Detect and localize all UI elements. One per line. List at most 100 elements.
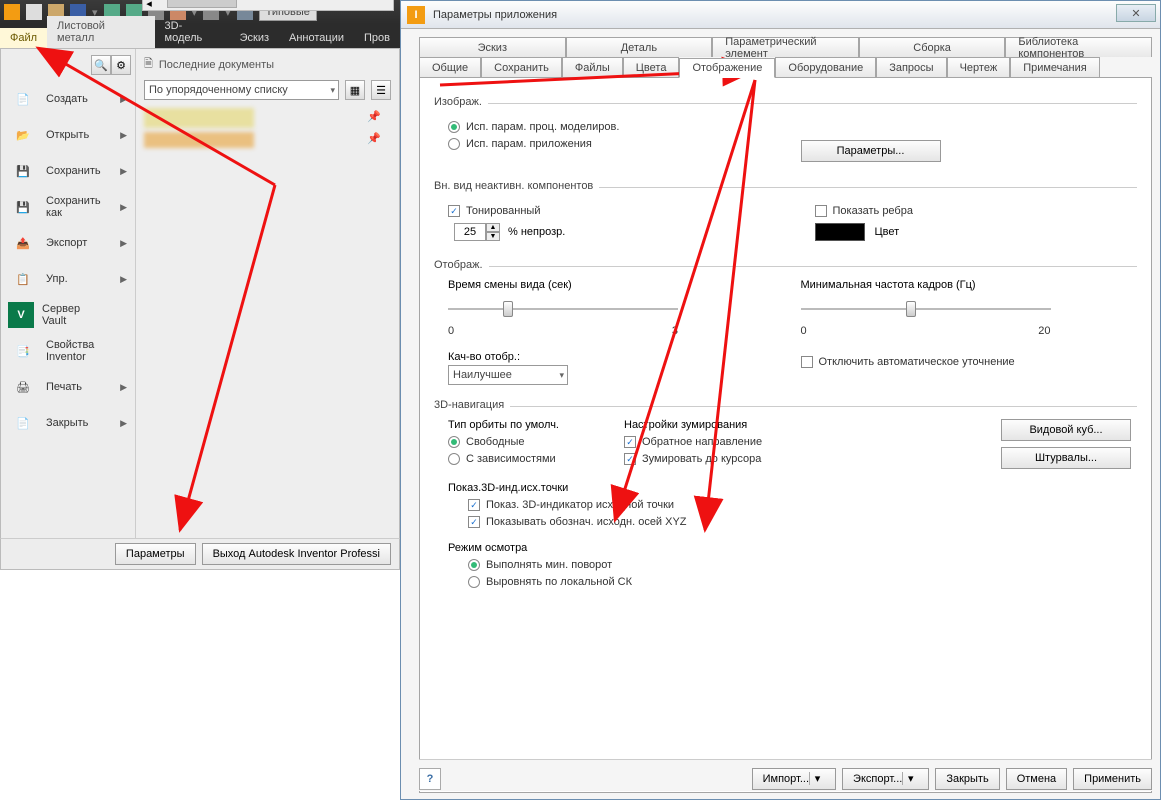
group-lookat: Режим осмотра [448,542,1137,554]
app-options-dialog: I Параметры приложения ✕ Эскиз Деталь Па… [400,0,1161,800]
steeringwheels-button[interactable]: Штурвалы... [1001,447,1131,469]
view-transition-slider[interactable] [448,297,678,321]
orbit-label: Тип орбиты по умолч. [448,419,604,431]
saveas-icon: 💾 [8,194,38,220]
pin-icon[interactable]: 📌 [367,132,381,145]
close-doc-icon: 📄 [8,410,38,436]
dialog-icon: I [407,6,425,24]
file-menu-footer: Параметры Выход Autodesk Inventor Profes… [0,538,400,570]
group-inactive: Вн. вид неактивн. компонентов [434,180,593,192]
radio-align-local[interactable]: Выровнять по локальной СК [468,576,1137,588]
properties-icon: 📑 [8,338,38,364]
tab-general[interactable]: Общие [419,57,481,77]
file-item-export[interactable]: 📤Экспорт▶ [5,225,131,261]
file-item-open[interactable]: 📂Открыть▶ [5,117,131,153]
tab-notes[interactable]: Примечания [1010,57,1100,77]
file-item-print[interactable]: 🖨Печать▶ [5,369,131,405]
group-display: Отображ. [434,259,483,271]
tab-contentlib[interactable]: Библиотека компонентов [1005,37,1152,57]
recent-item-2[interactable] [144,132,254,148]
options-button[interactable]: Параметры [115,543,196,565]
color-label: Цвет [875,226,900,238]
view-small-icon[interactable]: ☰ [371,80,391,100]
ribbon-tab-sheetmetal[interactable]: Листовой металл [47,16,154,48]
sort-combo[interactable]: По упорядоченному списку [144,80,339,100]
ribbon-tab-check[interactable]: Пров [354,28,400,48]
printer-icon: 🖨 [8,374,38,400]
pin-icon[interactable]: 📌 [367,110,381,123]
folder-open-icon: 📂 [8,122,38,148]
dialog-footer: ? Импорт...▾ Экспорт...▾ Закрыть Отмена … [419,759,1152,791]
recent-icon: 🗎 [144,55,153,74]
tab-drawing[interactable]: Чертеж [947,57,1011,77]
file-item-properties[interactable]: 📑Свойства Inventor [5,333,131,369]
opacity-spinner[interactable]: ▲▼ [454,223,500,241]
tab-ifeature[interactable]: Параметрический элемент [712,37,859,57]
recent-item-1[interactable] [144,108,254,128]
file-item-save[interactable]: 💾Сохранить▶ [5,153,131,189]
ribbon-tab-3dmodel[interactable]: 3D-модель [155,16,230,48]
tab-prompts[interactable]: Запросы [876,57,946,77]
file-item-saveas[interactable]: 💾Сохранить как▶ [5,189,131,225]
viewcube-button[interactable]: Видовой куб... [1001,419,1131,441]
group-3dnav: 3D-навигация [434,399,504,411]
quality-label: Кач-во отобр.: [448,351,771,363]
tab-display[interactable]: Отображение [679,58,775,78]
file-item-manage[interactable]: 📋Упр.▶ [5,261,131,297]
ribbon-tabs: Файл Листовой металл 3D-модель Эскиз Анн… [0,24,400,48]
ribbon-tab-annotations[interactable]: Аннотации [279,28,354,48]
dialog-title: Параметры приложения [433,9,557,21]
options-icon[interactable]: ⚙ [111,55,131,75]
opacity-input[interactable] [454,223,486,241]
file-item-new[interactable]: 📄Создать▶ [5,81,131,117]
exit-button[interactable]: Выход Autodesk Inventor Professi [202,543,391,565]
tab-save[interactable]: Сохранить [481,57,562,77]
file-menu-left: 🔍 ⚙ 📄Создать▶ 📂Открыть▶ 💾Сохранить▶ 💾Сох… [1,49,136,569]
check-show-edges[interactable]: Показать ребра [815,205,1138,217]
export-button[interactable]: Экспорт...▾ [842,768,929,790]
file-item-close[interactable]: 📄Закрыть▶ [5,405,131,441]
color-swatch[interactable] [815,223,865,241]
tab-files[interactable]: Файлы [562,57,623,77]
tab-colors[interactable]: Цвета [623,57,680,77]
new-icon[interactable] [26,4,42,20]
group-appearance: Изображ. [434,96,482,108]
view-large-icon[interactable]: ▦ [345,80,365,100]
check-toned[interactable]: Тонированный [448,205,771,217]
search-icon[interactable]: 🔍 [91,55,111,75]
check-auto-refine[interactable]: Отключить автоматическое уточнение [801,356,1138,368]
radio-min-rotation[interactable]: Выполнять мин. поворот [468,559,1137,571]
help-button[interactable]: ? [419,768,441,790]
dialog-titlebar: I Параметры приложения ✕ [401,1,1160,29]
check-zoom-cursor[interactable]: Зумировать до курсора [624,453,794,465]
import-button[interactable]: Импорт...▾ [752,768,836,790]
ribbon-tab-sketch[interactable]: Эскиз [230,28,279,48]
document-icon: 📄 [8,86,38,112]
recent-scrollbar[interactable]: ◂ [142,0,394,11]
quality-combo[interactable]: Наилучшее [448,365,568,385]
radio-use-app[interactable]: Исп. парам. приложения [448,138,771,150]
cancel-button[interactable]: Отмена [1006,768,1067,790]
check-show-xyzlabels[interactable]: Показывать обознач. исходн. осей XYZ [468,516,1137,528]
group-3dindicator: Показ.3D-инд.исх.точки [448,482,1137,494]
tab-hardware[interactable]: Оборудование [775,57,876,77]
apply-button[interactable]: Применить [1073,768,1152,790]
file-item-vault[interactable]: VСервер Vault [5,297,131,333]
tab-sketch[interactable]: Эскиз [419,37,566,57]
export-icon: 📤 [8,230,38,256]
check-reverse-zoom[interactable]: Обратное направление [624,436,794,448]
radio-orbit-constrained[interactable]: С зависимостями [448,453,604,465]
radio-orbit-free[interactable]: Свободные [448,436,604,448]
close-button[interactable]: ✕ [1116,4,1156,22]
radio-use-process[interactable]: Исп. парам. проц. моделиров. [448,121,771,133]
dialog-tabs-row2: Общие Сохранить Файлы Цвета Отображение … [419,57,1152,77]
close-dialog-button[interactable]: Закрыть [935,768,999,790]
min-framerate-slider[interactable] [801,297,1051,321]
ribbon-tab-file[interactable]: Файл [0,28,47,48]
settings-button[interactable]: Параметры... [801,140,941,162]
tab-assembly[interactable]: Сборка [859,37,1006,57]
check-show-3dindicator[interactable]: Показ. 3D-индикатор исходной точки [468,499,1137,511]
tab-part[interactable]: Деталь [566,37,713,57]
save-icon: 💾 [8,158,38,184]
recent-title: Последние документы [159,59,274,71]
